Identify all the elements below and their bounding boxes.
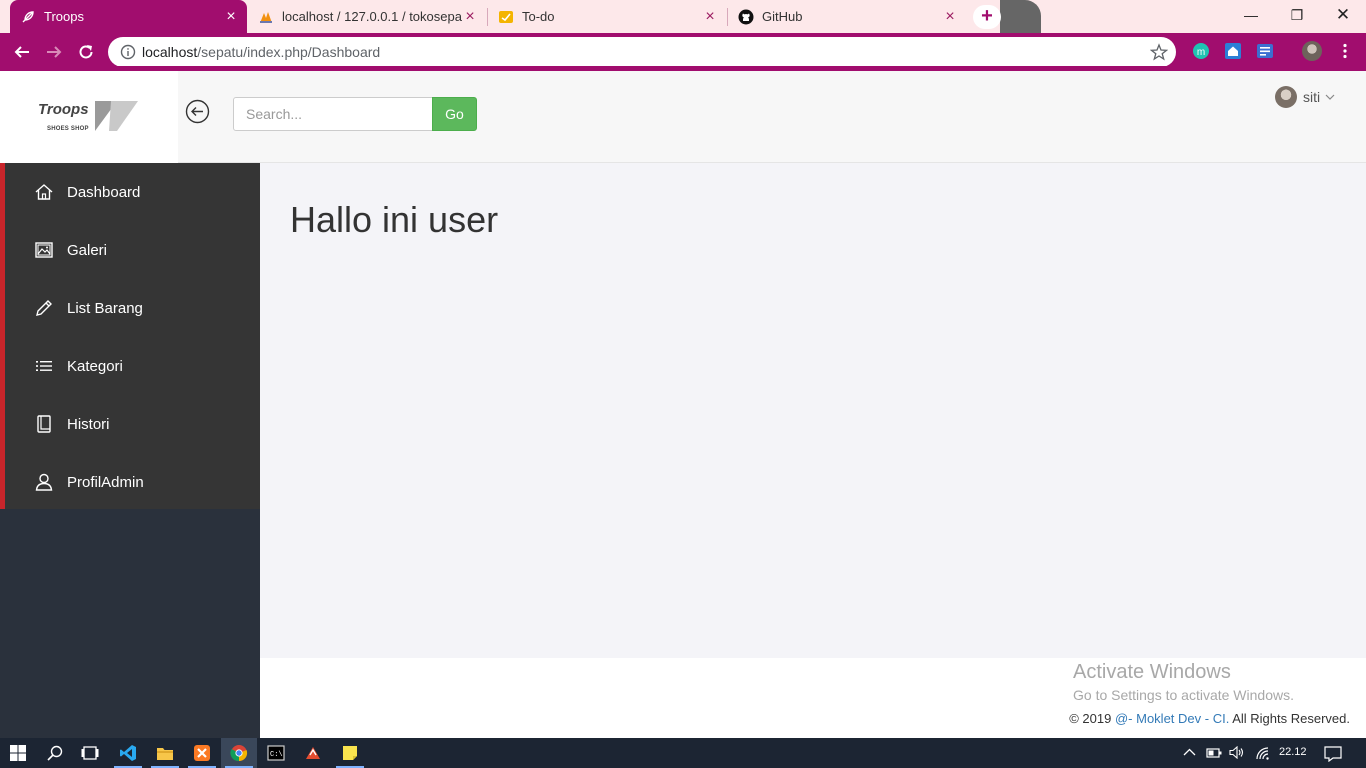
home-icon bbox=[34, 182, 54, 202]
main-content: Hallo ini user bbox=[260, 163, 1366, 658]
footer: Activate Windows Go to Settings to activ… bbox=[260, 658, 1366, 738]
reload-icon[interactable] bbox=[74, 40, 98, 64]
copyright: © 2019 @- Moklet Dev - CI. All Rights Re… bbox=[1069, 711, 1350, 726]
sidebar: Dashboard Galeri List Barang Kategori Hi… bbox=[0, 163, 260, 738]
avatar bbox=[1275, 86, 1297, 108]
brand-logo[interactable]: Troops SHOES SHOP bbox=[0, 71, 178, 163]
windows-start-icon[interactable] bbox=[0, 738, 36, 768]
tab-title: To-do bbox=[522, 9, 555, 24]
close-icon[interactable]: × bbox=[462, 8, 478, 25]
todo-icon bbox=[498, 9, 514, 25]
extension-home-icon[interactable] bbox=[1224, 42, 1242, 60]
browser-tab-bar: Troops × localhost / 127.0.0.1 / tokosep… bbox=[0, 0, 1366, 33]
chevron-up-icon[interactable] bbox=[1183, 746, 1196, 759]
extension-m-icon[interactable]: m bbox=[1192, 42, 1210, 60]
close-window-button[interactable]: ✕ bbox=[1320, 0, 1366, 30]
watermark-subtitle: Go to Settings to activate Windows. bbox=[1073, 687, 1294, 703]
url-text: localhost/sepatu/index.php/Dashboard bbox=[142, 44, 380, 60]
info-icon[interactable] bbox=[120, 44, 136, 60]
image-icon bbox=[34, 240, 54, 260]
list-icon bbox=[34, 356, 54, 376]
file-explorer-icon[interactable] bbox=[147, 738, 183, 768]
tab-title: localhost / 127.0.0.1 / tokosepatu bbox=[282, 9, 462, 24]
sidebar-item-kategori[interactable]: Kategori bbox=[5, 337, 260, 395]
github-icon bbox=[738, 9, 754, 25]
username: siti bbox=[1303, 89, 1321, 105]
svg-text:C:\: C:\ bbox=[270, 751, 283, 759]
minimize-button[interactable]: — bbox=[1228, 0, 1274, 30]
copyright-prefix: © 2019 bbox=[1069, 711, 1112, 726]
url-host: localhost bbox=[142, 44, 198, 60]
sidebar-item-list-barang[interactable]: List Barang bbox=[5, 279, 260, 337]
sidebar-item-label: List Barang bbox=[67, 299, 143, 317]
vscode-icon[interactable] bbox=[110, 738, 146, 768]
back-arrow-icon[interactable] bbox=[10, 40, 34, 64]
sidebar-item-label: ProfilAdmin bbox=[67, 473, 144, 491]
browser-tab-phpmyadmin[interactable]: localhost / 127.0.0.1 / tokosepatu × bbox=[248, 0, 486, 33]
copyright-link[interactable]: @- Moklet Dev - CI. bbox=[1115, 711, 1229, 726]
git-gui-icon[interactable] bbox=[295, 738, 331, 768]
sidebar-item-label: Kategori bbox=[67, 357, 123, 375]
wifi-icon[interactable] bbox=[1255, 746, 1271, 760]
browser-tab-github[interactable]: GitHub × bbox=[728, 0, 966, 33]
address-bar[interactable]: localhost/sepatu/index.php/Dashboard bbox=[108, 37, 1176, 67]
xampp-icon[interactable] bbox=[184, 738, 220, 768]
sidebar-item-histori[interactable]: Histori bbox=[5, 395, 260, 453]
sidebar-item-label: Histori bbox=[67, 415, 110, 433]
chevron-down-icon bbox=[1325, 94, 1335, 100]
volume-icon[interactable] bbox=[1229, 746, 1245, 759]
user-menu[interactable]: siti bbox=[1275, 86, 1335, 108]
search-go-button[interactable]: Go bbox=[432, 97, 477, 131]
activate-windows-watermark: Activate Windows Go to Settings to activ… bbox=[1073, 661, 1294, 703]
chrome-icon[interactable] bbox=[221, 738, 257, 768]
sidebar-item-profiladmin[interactable]: ProfilAdmin bbox=[5, 453, 260, 511]
restore-button[interactable]: ❐ bbox=[1274, 0, 1320, 30]
close-icon[interactable]: × bbox=[223, 8, 239, 25]
logo-mark-icon bbox=[95, 101, 138, 131]
url-path: /sepatu/index.php/Dashboard bbox=[197, 44, 381, 60]
app-header: Troops SHOES SHOP Go siti bbox=[0, 71, 1366, 163]
more-menu-icon[interactable] bbox=[1336, 42, 1354, 60]
sidebar-item-label: Dashboard bbox=[67, 183, 141, 201]
sidebar-item-dashboard[interactable]: Dashboard bbox=[5, 163, 260, 221]
close-icon[interactable]: × bbox=[942, 8, 958, 25]
forward-arrow-icon[interactable] bbox=[42, 40, 66, 64]
sidebar-item-label: Galeri bbox=[67, 241, 108, 259]
tab-strip-shadow bbox=[1000, 0, 1041, 33]
sidebar-menu: Dashboard Galeri List Barang Kategori Hi… bbox=[0, 163, 260, 509]
browser-tab-troops[interactable]: Troops × bbox=[10, 0, 247, 33]
sidebar-item-galeri[interactable]: Galeri bbox=[5, 221, 260, 279]
command-prompt-icon[interactable]: C:\ bbox=[258, 738, 294, 768]
user-icon bbox=[34, 472, 54, 492]
task-view-icon[interactable] bbox=[72, 738, 108, 768]
battery-icon[interactable] bbox=[1206, 746, 1222, 759]
browser-tab-todo[interactable]: To-do × bbox=[488, 0, 726, 33]
brand-subtitle: SHOES SHOP bbox=[47, 126, 89, 132]
notification-center-icon[interactable] bbox=[1324, 746, 1342, 762]
windows-taskbar: C:\ 22.12 bbox=[0, 738, 1366, 768]
copyright-suffix: All Rights Reserved. bbox=[1232, 711, 1350, 726]
taskbar-clock[interactable]: 22.12 bbox=[1279, 746, 1307, 758]
phpmyadmin-icon bbox=[258, 9, 274, 25]
watermark-title: Activate Windows bbox=[1073, 661, 1231, 683]
browser-profile-avatar[interactable] bbox=[1302, 41, 1322, 61]
tab-title: GitHub bbox=[762, 9, 803, 24]
close-icon[interactable]: × bbox=[702, 8, 718, 25]
sticky-notes-icon[interactable] bbox=[332, 738, 368, 768]
svg-text:m: m bbox=[1197, 47, 1205, 58]
sidebar-toggle-back-icon[interactable] bbox=[185, 99, 210, 124]
brand-name: Troops bbox=[38, 101, 89, 118]
feather-icon bbox=[20, 9, 36, 25]
search-input[interactable] bbox=[233, 97, 433, 131]
book-icon bbox=[34, 414, 54, 434]
pencil-icon bbox=[34, 298, 54, 318]
search-icon[interactable] bbox=[37, 738, 73, 768]
page-title: Hallo ini user bbox=[290, 199, 499, 240]
extension-reader-icon[interactable] bbox=[1256, 42, 1274, 60]
tab-title: Troops bbox=[44, 9, 84, 24]
bookmark-star-icon[interactable] bbox=[1150, 43, 1168, 61]
new-tab-button[interactable]: + bbox=[973, 5, 1001, 29]
